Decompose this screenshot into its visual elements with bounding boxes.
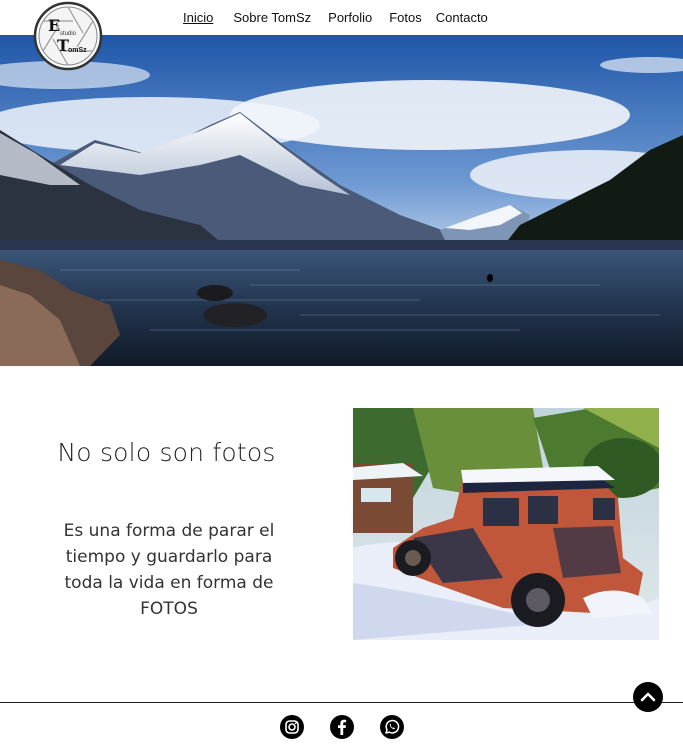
- whatsapp-icon[interactable]: [380, 715, 404, 739]
- hero-landscape-image: [0, 35, 683, 366]
- main-nav: Inicio Sobre TomSz Porfolio Fotos Contac…: [183, 10, 488, 25]
- facebook-icon[interactable]: [330, 715, 354, 739]
- site-logo[interactable]: E studio T omSz: [33, 1, 103, 71]
- nav-item-contacto[interactable]: Contacto: [436, 10, 488, 25]
- page-title: No solo son fotos: [57, 438, 276, 467]
- vintage-car-photo: [353, 408, 659, 640]
- nav-item-inicio[interactable]: Inicio: [183, 10, 213, 25]
- footer-divider: [0, 702, 683, 703]
- nav-item-porfolio[interactable]: Porfolio: [328, 10, 372, 25]
- svg-text:E: E: [48, 16, 60, 35]
- back-to-top-button[interactable]: [633, 682, 663, 712]
- nav-item-sobre-tomsz[interactable]: Sobre TomSz: [233, 10, 311, 25]
- intro-text: Es una forma de parar el tiempo y guarda…: [63, 521, 275, 619]
- chevron-up-icon: [640, 692, 656, 702]
- instagram-icon[interactable]: [280, 715, 304, 739]
- aperture-logo-icon: E studio T omSz: [33, 1, 103, 71]
- svg-text:omSz: omSz: [68, 47, 87, 54]
- nav-item-fotos[interactable]: Fotos: [389, 10, 422, 25]
